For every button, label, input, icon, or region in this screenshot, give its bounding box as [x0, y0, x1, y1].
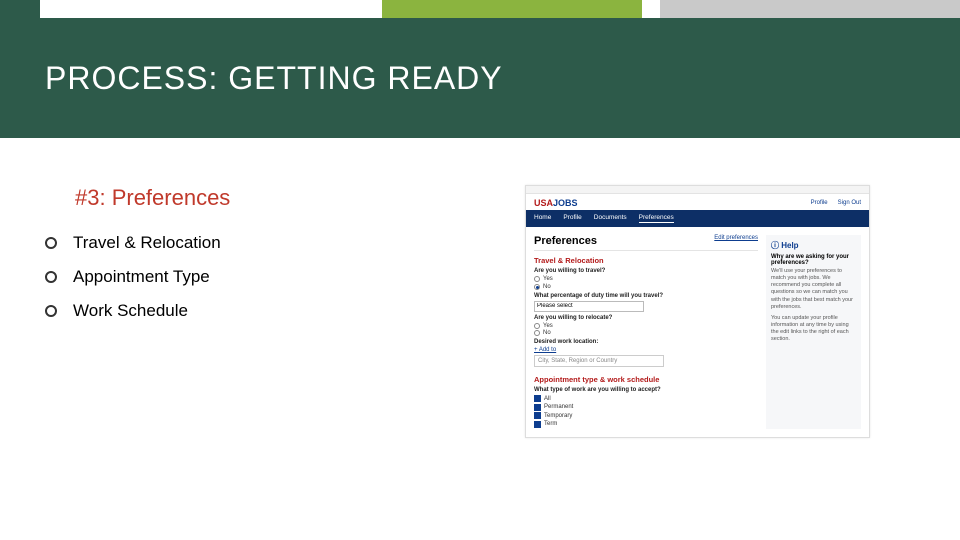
subheading: #3: Preferences [75, 185, 505, 211]
bullet-item: Appointment Type [45, 267, 505, 287]
accent-bars [0, 0, 960, 18]
bullet-label: Work Schedule [73, 301, 188, 321]
usajobs-logo: USAJOBS [534, 198, 578, 208]
bullet-label: Appointment Type [73, 267, 210, 287]
location-input: City, State, Region or Country [534, 355, 664, 367]
bullet-ring-icon [45, 237, 57, 249]
usajobs-screenshot: USAJOBS Profile Sign Out Home Profile Do… [525, 185, 870, 438]
edit-link: Edit preferences [714, 235, 758, 241]
account-links: Profile Sign Out [811, 200, 861, 206]
bullet-ring-icon [45, 305, 57, 317]
preferences-heading: Preferences Edit preferences [534, 235, 758, 247]
radio-no: No [534, 330, 758, 336]
check-all: All [534, 395, 758, 402]
section-appointment: Appointment type & work schedule [534, 375, 758, 384]
help-heading: Help [771, 240, 856, 251]
radio-yes: Yes [534, 323, 758, 329]
check-term: Term [534, 421, 758, 428]
radio-yes: Yes [534, 276, 758, 282]
bullet-label: Travel & Relocation [73, 233, 221, 253]
radio-no: No [534, 284, 758, 290]
slide-title: PROCESS: GETTING READY [45, 60, 503, 97]
usajobs-nav: Home Profile Documents Preferences [526, 210, 869, 227]
check-temporary: Temporary [534, 412, 758, 419]
browser-address-bar [526, 186, 869, 194]
section-travel: Travel & Relocation [534, 256, 758, 265]
help-panel: Help Why are we asking for your preferen… [766, 235, 861, 429]
bullet-ring-icon [45, 271, 57, 283]
bullet-item: Work Schedule [45, 301, 505, 321]
check-permanent: Permanent [534, 404, 758, 411]
bullet-item: Travel & Relocation [45, 233, 505, 253]
title-band: PROCESS: GETTING READY [0, 18, 960, 138]
percent-select: Please select [534, 301, 644, 312]
add-location-link: + Add to [534, 347, 758, 353]
